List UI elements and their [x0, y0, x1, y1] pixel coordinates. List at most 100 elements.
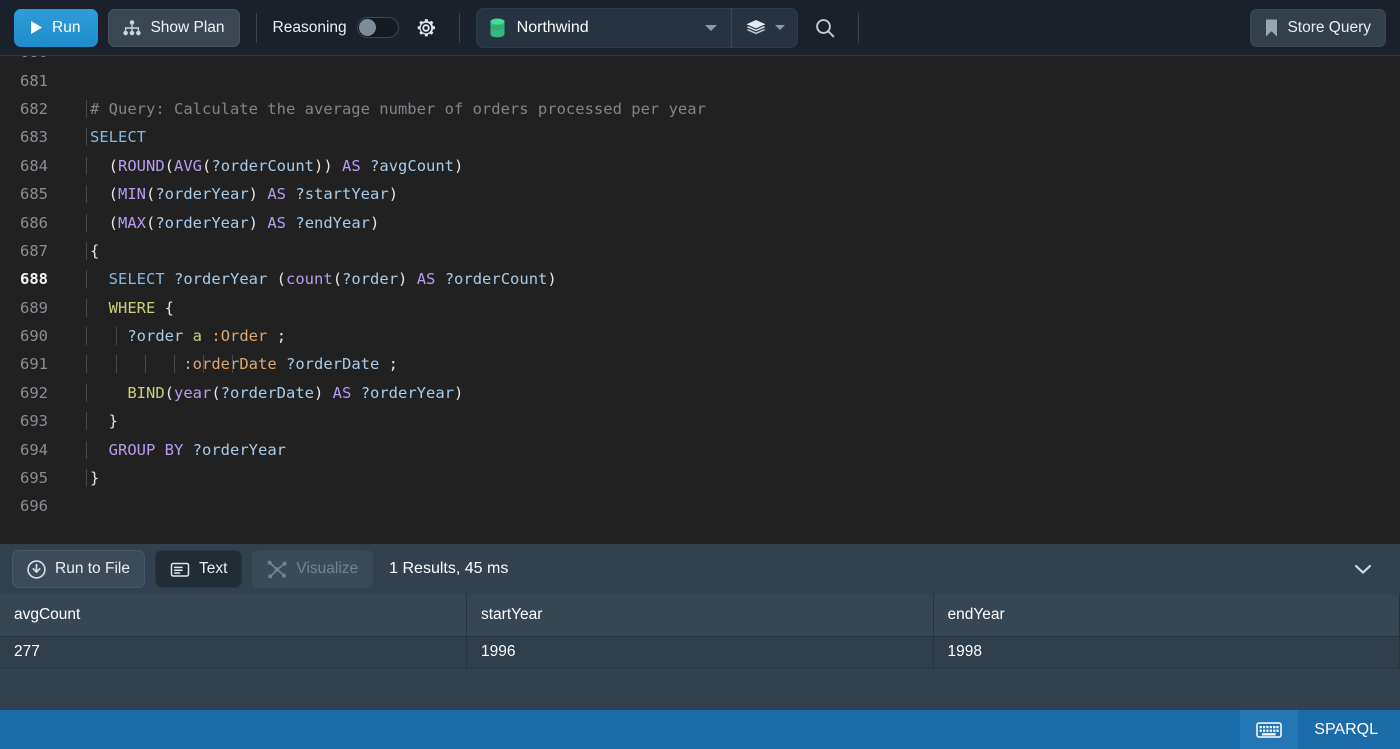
indent-guide	[86, 99, 87, 118]
run-to-file-label: Run to File	[55, 560, 130, 577]
run-button-label: Run	[52, 18, 81, 36]
indent-guide	[86, 270, 87, 289]
sparql-code-editor[interactable]: 680 681 682 # Query: Calculate the average …	[0, 56, 1400, 543]
code-line[interactable]: 686 (MAX(?orderYear) AS ?endYear)	[0, 208, 1400, 236]
graph-nodes-icon	[267, 560, 287, 579]
search-button[interactable]	[808, 11, 842, 45]
code-line-content: (ROUND(AVG(?orderCount)) AS ?avgCount)	[62, 156, 464, 175]
line-number: 692	[20, 383, 48, 402]
code-token: )	[248, 213, 268, 232]
settings-button[interactable]	[409, 11, 443, 45]
line-number: 681	[20, 71, 48, 90]
code-token: ?order	[342, 270, 399, 289]
database-select[interactable]: Northwind	[476, 8, 731, 48]
code-line[interactable]: 691 :orderDate ?orderDate ;	[0, 350, 1400, 378]
line-number: 682	[20, 99, 48, 118]
code-token: AS	[267, 185, 287, 204]
code-line[interactable]: 695}	[0, 464, 1400, 492]
editor-scroll-area[interactable]: 680 681 682 # Query: Calculate the average …	[0, 56, 1400, 543]
code-line[interactable]: 692 BIND(year(?orderDate) AS ?orderYear)	[0, 379, 1400, 407]
code-token: SELECT	[108, 270, 165, 289]
indent-guide	[86, 241, 87, 260]
table-column-header[interactable]: avgCount	[0, 594, 467, 637]
main-toolbar: Run Show Plan Reasoning Northwind Store …	[0, 0, 1400, 56]
code-line[interactable]: 696	[0, 492, 1400, 520]
code-line[interactable]: 690 ?order a :Order ;	[0, 322, 1400, 350]
indent-guide	[86, 440, 87, 459]
code-token: )	[454, 156, 464, 175]
code-token: )	[454, 383, 464, 402]
code-line[interactable]: 680	[0, 56, 1400, 66]
code-line[interactable]: 693 }	[0, 407, 1400, 435]
code-token: WHERE	[108, 298, 156, 317]
table-cell[interactable]: 1996	[466, 636, 934, 668]
search-icon	[814, 17, 836, 39]
indent-guide	[145, 355, 146, 374]
show-plan-button[interactable]: Show Plan	[108, 8, 240, 47]
code-token: AS	[332, 383, 352, 402]
indent-guide	[86, 327, 87, 346]
results-table-head: avgCount startYear endYear	[0, 594, 1400, 637]
table-column-header[interactable]: startYear	[466, 594, 934, 637]
graph-layers-select[interactable]	[732, 8, 798, 48]
code-line[interactable]: 689 WHERE {	[0, 294, 1400, 322]
code-line[interactable]: 685 (MIN(?orderYear) AS ?startYear)	[0, 180, 1400, 208]
results-panel: Run to File Text Visualize 1 Results, 45…	[0, 543, 1400, 710]
code-token: ?orderCount	[211, 156, 315, 175]
code-line[interactable]: 687 {	[0, 237, 1400, 265]
code-token: ))	[314, 156, 343, 175]
table-row[interactable]: 277 1996 1998	[0, 636, 1400, 668]
play-icon	[29, 20, 43, 35]
line-number: 683	[20, 128, 48, 147]
code-line-content: GROUP BY ?orderYear	[62, 440, 286, 459]
line-number: 690	[20, 327, 48, 346]
layers-icon	[745, 19, 767, 37]
code-token: AS	[267, 213, 287, 232]
code-line[interactable]: 681	[0, 66, 1400, 94]
reasoning-toggle[interactable]	[356, 17, 399, 38]
line-number: 689	[20, 298, 48, 317]
store-query-button[interactable]: Store Query	[1250, 8, 1386, 47]
table-header-row: avgCount startYear endYear	[0, 594, 1400, 637]
code-line-content: ?order a :Order ;	[62, 327, 286, 346]
chevron-down-icon	[1353, 563, 1373, 576]
code-line[interactable]: 683 SELECT	[0, 123, 1400, 151]
table-column-header[interactable]: endYear	[933, 594, 1400, 637]
text-view-button[interactable]: Text	[154, 550, 243, 588]
language-mode-button[interactable]: SPARQL	[1298, 710, 1400, 749]
line-number: 695	[20, 469, 48, 488]
run-button[interactable]: Run	[14, 8, 99, 47]
code-token: AS	[342, 156, 361, 175]
results-table-wrapper[interactable]: avgCount startYear endYear 277 1996 1998	[0, 594, 1400, 710]
toolbar-divider-1	[255, 12, 257, 43]
line-number: 691	[20, 355, 48, 374]
code-token: SELECT	[90, 128, 146, 147]
code-token: (	[146, 213, 156, 232]
table-cell[interactable]: 1998	[933, 636, 1400, 668]
indent-guide	[86, 412, 87, 431]
code-token: :Order	[211, 327, 268, 346]
query-workbench-window: Run Show Plan Reasoning Northwind Store …	[0, 0, 1400, 749]
database-name: Northwind	[516, 18, 589, 36]
line-number: 694	[20, 440, 48, 459]
run-to-file-button[interactable]: Run to File	[12, 550, 145, 588]
results-table: avgCount startYear endYear 277 1996 1998	[0, 594, 1400, 710]
text-view-label: Text	[198, 560, 228, 577]
chevron-down-icon	[774, 25, 785, 30]
line-number: 688	[20, 270, 48, 289]
keyboard-icon	[1256, 721, 1283, 739]
code-token: (	[267, 270, 287, 289]
table-cell[interactable]: 277	[0, 636, 467, 668]
code-line[interactable]: 688 SELECT ?orderYear (count(?order) AS …	[0, 265, 1400, 293]
collapse-results-button[interactable]	[1348, 554, 1378, 584]
code-line[interactable]: 682 # Query: Calculate the average number…	[0, 95, 1400, 123]
line-number: 684	[20, 156, 48, 175]
code-line[interactable]: 694 GROUP BY ?orderYear	[0, 435, 1400, 463]
results-toolbar: Run to File Text Visualize 1 Results, 45…	[0, 544, 1400, 594]
keyboard-shortcuts-button[interactable]	[1240, 710, 1299, 749]
code-line[interactable]: 684 (ROUND(AVG(?orderCount)) AS ?avgCoun…	[0, 152, 1400, 180]
